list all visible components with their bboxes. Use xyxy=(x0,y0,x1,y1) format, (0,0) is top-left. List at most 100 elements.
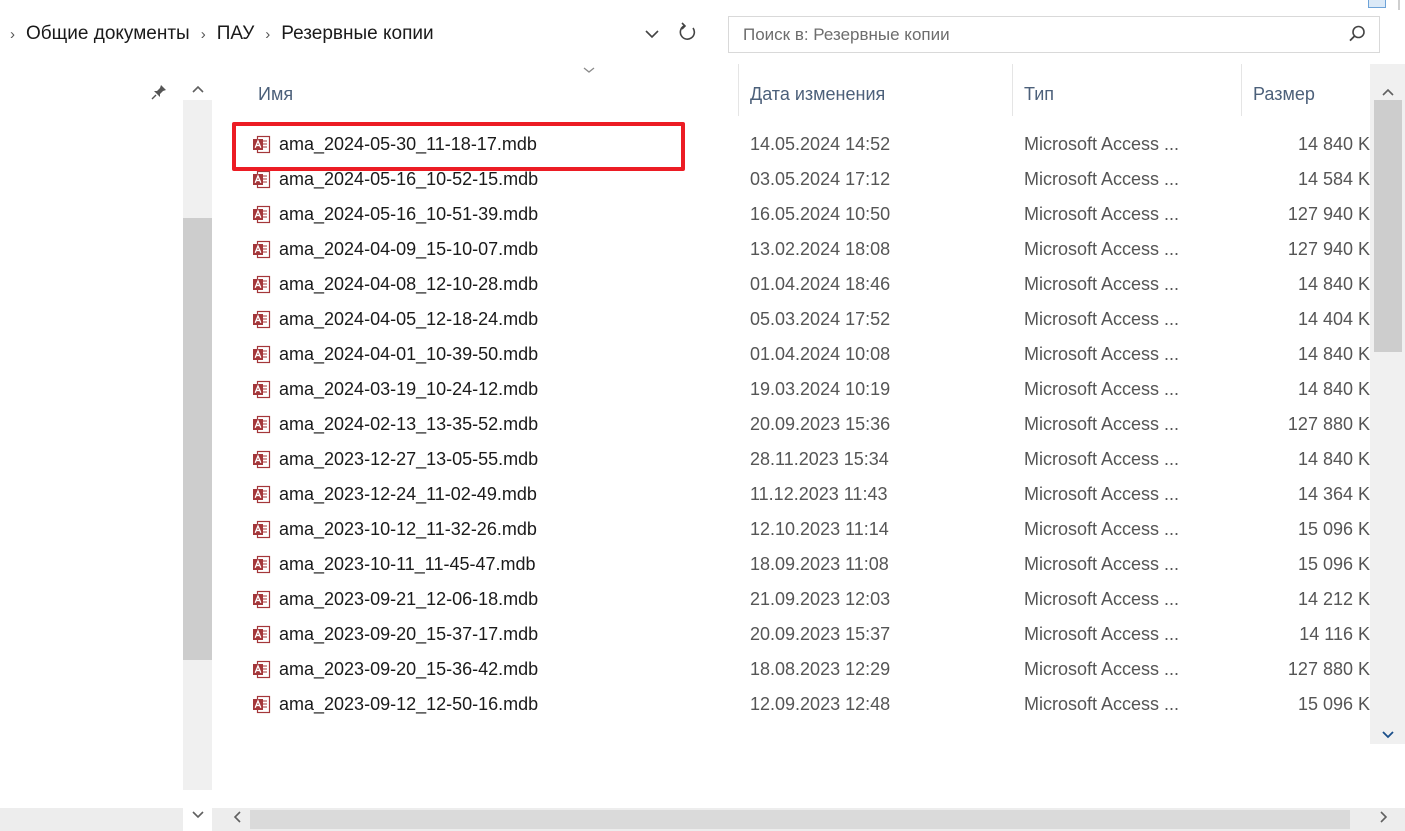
file-row[interactable]: ama_2024-04-01_10-39-50.mdb 01.04.2024 10… xyxy=(212,337,1372,372)
file-date: 13.02.2024 18:08 xyxy=(750,239,891,259)
file-row[interactable]: ama_2024-05-16_10-51-39.mdb 16.05.2024 10… xyxy=(212,197,1372,232)
file-name-cell[interactable]: ama_2024-03-19_10-24-12.mdb xyxy=(252,372,538,407)
search-icon[interactable] xyxy=(1347,24,1367,44)
file-size: 14 840 K xyxy=(1297,344,1370,364)
file-row[interactable]: ama_2024-02-13_13-35-52.mdb 20.09.2023 15… xyxy=(212,407,1372,442)
file-name-cell[interactable]: ama_2023-09-20_15-36-42.mdb xyxy=(252,652,538,687)
search-input[interactable]: Поиск в: Резервные копии xyxy=(728,16,1380,53)
file-row[interactable]: ama_2023-09-21_12-06-18.mdb 21.09.2023 12… xyxy=(212,582,1372,617)
file-row[interactable]: ama_2023-10-12_11-32-26.mdb 12.10.2023 11… xyxy=(212,512,1372,547)
access-db-icon xyxy=(253,275,271,294)
scroll-down-icon[interactable] xyxy=(1379,727,1397,743)
file-name: ama_2023-12-27_13-05-55.mdb xyxy=(279,449,539,469)
file-type: Microsoft Access ... xyxy=(1024,169,1180,189)
file-row[interactable]: ama_2023-09-20_15-37-17.mdb 20.09.2023 15… xyxy=(212,617,1372,652)
file-name: ama_2023-10-12_11-32-26.mdb xyxy=(279,519,537,539)
file-name-cell[interactable]: ama_2024-02-13_13-35-52.mdb xyxy=(252,407,538,442)
horizontal-scrollbar-thumb[interactable] xyxy=(250,810,1350,829)
breadcrumb-item-pau[interactable]: ПАУ xyxy=(217,23,255,45)
chevron-down-icon[interactable] xyxy=(640,22,664,46)
chevron-right-icon[interactable]: › xyxy=(10,26,15,43)
file-size: 14 840 K xyxy=(1297,379,1370,399)
access-db-icon xyxy=(253,590,271,609)
scroll-left-icon[interactable] xyxy=(228,808,246,831)
list-scrollbar-thumb[interactable] xyxy=(1374,100,1402,352)
access-db-icon xyxy=(253,415,271,434)
file-row[interactable]: ama_2023-12-24_11-02-49.mdb 11.12.2023 11… xyxy=(212,477,1372,512)
file-name-cell[interactable]: ama_2023-12-27_13-05-55.mdb xyxy=(252,442,538,477)
access-db-icon xyxy=(253,310,271,329)
file-type: Microsoft Access ... xyxy=(1024,694,1180,714)
address-bar: › Общие документы › ПАУ › Резервные копи… xyxy=(0,0,1405,64)
access-db-icon xyxy=(253,520,271,539)
file-name-cell[interactable]: ama_2023-09-21_12-06-18.mdb xyxy=(252,582,538,617)
file-name-cell[interactable]: ama_2024-04-08_12-10-28.mdb xyxy=(252,267,538,302)
file-name-cell[interactable]: ama_2024-05-16_10-51-39.mdb xyxy=(252,197,538,232)
file-name-cell[interactable]: ama_2024-04-09_15-10-07.mdb xyxy=(252,232,538,267)
column-header-name[interactable]: Имя xyxy=(246,64,736,124)
access-db-icon xyxy=(253,170,271,189)
file-date: 18.09.2023 11:08 xyxy=(750,554,889,574)
file-name-cell[interactable]: ama_2023-09-20_15-37-17.mdb xyxy=(252,617,538,652)
file-size: 15 096 K xyxy=(1297,519,1370,539)
file-type: Microsoft Access ... xyxy=(1024,554,1180,574)
file-name-cell[interactable]: ama_2023-10-11_11-45-47.mdb xyxy=(252,547,536,582)
file-size: 127 880 K xyxy=(1287,414,1370,434)
column-header-type[interactable]: Тип xyxy=(1012,64,1240,124)
scroll-down-icon[interactable] xyxy=(190,807,206,823)
file-name: ama_2023-09-21_12-06-18.mdb xyxy=(279,589,539,609)
column-header-size[interactable]: Размер xyxy=(1241,64,1371,124)
scroll-up-icon[interactable] xyxy=(190,81,206,97)
scroll-right-icon[interactable] xyxy=(1375,808,1393,831)
file-size: 127 940 K xyxy=(1287,204,1370,224)
refresh-icon[interactable] xyxy=(676,18,700,46)
access-db-icon xyxy=(253,485,271,504)
file-date: 01.04.2024 18:46 xyxy=(750,274,891,294)
file-name-cell[interactable]: ama_2023-10-12_11-32-26.mdb xyxy=(252,512,537,547)
file-row[interactable]: ama_2023-09-20_15-36-42.mdb 18.08.2023 12… xyxy=(212,652,1372,687)
nav-scrollbar-thumb[interactable] xyxy=(183,218,212,660)
file-row[interactable]: ama_2023-12-27_13-05-55.mdb 28.11.2023 15… xyxy=(212,442,1372,477)
chevron-right-icon[interactable]: › xyxy=(265,26,270,43)
file-name-cell[interactable]: ama_2024-04-05_12-18-24.mdb xyxy=(252,302,538,337)
file-name: ama_2024-04-01_10-39-50.mdb xyxy=(279,344,539,364)
breadcrumb-item-backups[interactable]: Резервные копии xyxy=(281,23,433,45)
file-name-cell[interactable]: ama_2024-05-30_11-18-17.mdb xyxy=(252,127,537,162)
file-date: 16.05.2024 10:50 xyxy=(750,204,891,224)
file-date: 18.08.2023 12:29 xyxy=(750,659,891,679)
file-row[interactable]: ama_2023-09-12_12-50-16.mdb 12.09.2023 12… xyxy=(212,687,1372,722)
file-name-cell[interactable]: ama_2023-12-24_11-02-49.mdb xyxy=(252,477,537,512)
file-type: Microsoft Access ... xyxy=(1024,344,1180,364)
file-row[interactable]: ama_2023-10-11_11-45-47.mdb 18.09.2023 11… xyxy=(212,547,1372,582)
file-date: 19.03.2024 10:19 xyxy=(750,379,891,399)
file-name: ama_2024-02-13_13-35-52.mdb xyxy=(279,414,539,434)
breadcrumb: › Общие документы › ПАУ › Резервные копи… xyxy=(10,16,710,52)
window-control-fragment[interactable] xyxy=(1368,0,1386,8)
access-db-icon xyxy=(253,380,271,399)
file-name: ama_2024-05-16_10-51-39.mdb xyxy=(279,204,539,224)
chevron-right-icon[interactable]: › xyxy=(201,26,206,43)
file-row[interactable]: ama_2024-05-16_10-52-15.mdb 03.05.2024 17… xyxy=(212,162,1372,197)
file-size: 15 096 K xyxy=(1297,554,1370,574)
file-row[interactable]: ama_2024-03-19_10-24-12.mdb 19.03.2024 10… xyxy=(212,372,1372,407)
file-date: 21.09.2023 12:03 xyxy=(750,589,891,609)
scroll-up-icon[interactable] xyxy=(1379,84,1397,100)
file-row[interactable]: ama_2024-04-08_12-10-28.mdb 01.04.2024 18… xyxy=(212,267,1372,302)
file-row[interactable]: ama_2024-04-05_12-18-24.mdb 05.03.2024 17… xyxy=(212,302,1372,337)
file-name-cell[interactable]: ama_2024-04-01_10-39-50.mdb xyxy=(252,337,538,372)
file-name: ama_2024-05-16_10-52-15.mdb xyxy=(279,169,539,189)
file-type: Microsoft Access ... xyxy=(1024,414,1180,434)
pin-icon[interactable] xyxy=(150,83,170,103)
file-date: 14.05.2024 14:52 xyxy=(750,134,891,154)
file-date: 12.10.2023 11:14 xyxy=(750,519,889,539)
column-header-date[interactable]: Дата изменения xyxy=(738,64,1012,124)
file-rows: ama_2024-05-30_11-18-17.mdb 14.05.2024 14… xyxy=(212,127,1372,722)
file-name-cell[interactable]: ama_2024-05-16_10-52-15.mdb xyxy=(252,162,538,197)
file-name-cell[interactable]: ama_2023-09-12_12-50-16.mdb xyxy=(252,687,538,722)
navigation-pane xyxy=(0,64,212,831)
breadcrumb-item-shared-documents[interactable]: Общие документы xyxy=(26,23,190,45)
file-name: ama_2023-09-12_12-50-16.mdb xyxy=(279,694,539,714)
file-row[interactable]: ama_2024-04-09_15-10-07.mdb 13.02.2024 18… xyxy=(212,232,1372,267)
file-row[interactable]: ama_2024-05-30_11-18-17.mdb 14.05.2024 14… xyxy=(212,127,1372,162)
nav-horizontal-scrollbar[interactable] xyxy=(0,808,183,831)
